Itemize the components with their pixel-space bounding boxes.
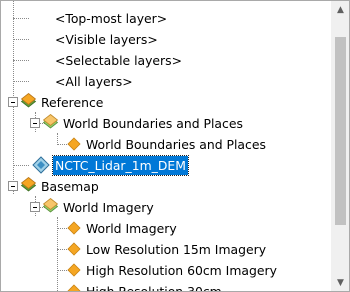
group-layer-icon bbox=[42, 197, 59, 213]
collapse-basemap-button[interactable] bbox=[8, 181, 18, 191]
tree-item-label: World Boundaries and Places bbox=[86, 137, 266, 152]
layer-tree-panel: <Top-most layer> <Visible layers> <Selec… bbox=[0, 0, 350, 292]
tree-item-all-layers[interactable]: <All layers> bbox=[53, 71, 135, 92]
tree-item-low-resolution[interactable]: Low Resolution 15m Imagery bbox=[84, 239, 268, 260]
tree-item-label: High Resolution 30cm bbox=[84, 282, 224, 291]
tree-item-world-boundaries-group[interactable]: World Boundaries and Places bbox=[61, 113, 245, 134]
raster-layer-icon bbox=[32, 156, 50, 174]
layer-icon bbox=[67, 242, 81, 256]
tree-item-label: Reference bbox=[41, 95, 104, 110]
tree-item-label: <Visible layers> bbox=[55, 32, 158, 47]
scroll-up-icon: ▲ bbox=[337, 4, 344, 15]
tree-item-high-resolution-30cm[interactable]: High Resolution 30cm bbox=[84, 281, 224, 291]
tree-item-reference[interactable]: Reference bbox=[39, 92, 105, 113]
scrollbar-thumb[interactable] bbox=[335, 37, 346, 225]
tree-item-selectable-layers[interactable]: <Selectable layers> bbox=[53, 50, 184, 71]
layer-icon bbox=[67, 284, 81, 291]
tree-item-top-most-layer[interactable]: <Top-most layer> bbox=[53, 8, 169, 29]
tree-item-label: World Imagery bbox=[86, 221, 177, 236]
tree-item-label-selected: NCTC_Lidar_1m_DEM bbox=[52, 155, 189, 176]
tree-item-label: Basemap bbox=[41, 179, 99, 194]
layer-tree: <Top-most layer> <Visible layers> <Selec… bbox=[1, 1, 332, 291]
tree-item-basemap[interactable]: Basemap bbox=[39, 176, 101, 197]
tree-item-world-imagery-group[interactable]: World Imagery bbox=[61, 197, 156, 218]
tree-item-high-resolution-60cm[interactable]: High Resolution 60cm Imagery bbox=[84, 260, 279, 281]
collapse-world-boundaries-button[interactable] bbox=[30, 118, 40, 128]
tree-branch bbox=[13, 18, 29, 19]
vertical-scrollbar[interactable]: ▲ ▼ bbox=[331, 1, 349, 291]
group-layer-icon bbox=[42, 113, 59, 129]
scroll-up-button[interactable]: ▲ bbox=[332, 1, 349, 18]
group-layer-icon bbox=[20, 176, 37, 192]
tree-item-label: World Boundaries and Places bbox=[63, 116, 243, 131]
tree-branch bbox=[13, 81, 29, 82]
tree-branch bbox=[13, 60, 29, 61]
tree-branch bbox=[13, 39, 29, 40]
scroll-down-button[interactable]: ▼ bbox=[332, 274, 349, 291]
collapse-world-imagery-button[interactable] bbox=[30, 202, 40, 212]
scroll-down-icon: ▼ bbox=[337, 277, 344, 288]
layer-icon bbox=[67, 263, 81, 277]
tree-item-label: Low Resolution 15m Imagery bbox=[86, 242, 267, 257]
collapse-reference-button[interactable] bbox=[8, 97, 18, 107]
tree-item-world-boundaries-layer[interactable]: World Boundaries and Places bbox=[84, 134, 268, 155]
tree-item-label: High Resolution 60cm Imagery bbox=[86, 263, 277, 278]
tree-item-label: World Imagery bbox=[63, 200, 154, 215]
group-layer-icon bbox=[20, 92, 37, 108]
tree-item-world-imagery-layer[interactable]: World Imagery bbox=[84, 218, 179, 239]
tree-item-label: <Top-most layer> bbox=[55, 11, 168, 26]
tree-item-nctc-lidar[interactable]: NCTC_Lidar_1m_DEM bbox=[52, 155, 189, 176]
layer-icon bbox=[67, 137, 81, 151]
layer-icon bbox=[67, 221, 81, 235]
tree-branch bbox=[13, 165, 29, 166]
tree-item-label: <All layers> bbox=[55, 74, 133, 89]
tree-item-label: <Selectable layers> bbox=[55, 53, 182, 68]
tree-item-visible-layers[interactable]: <Visible layers> bbox=[53, 29, 160, 50]
